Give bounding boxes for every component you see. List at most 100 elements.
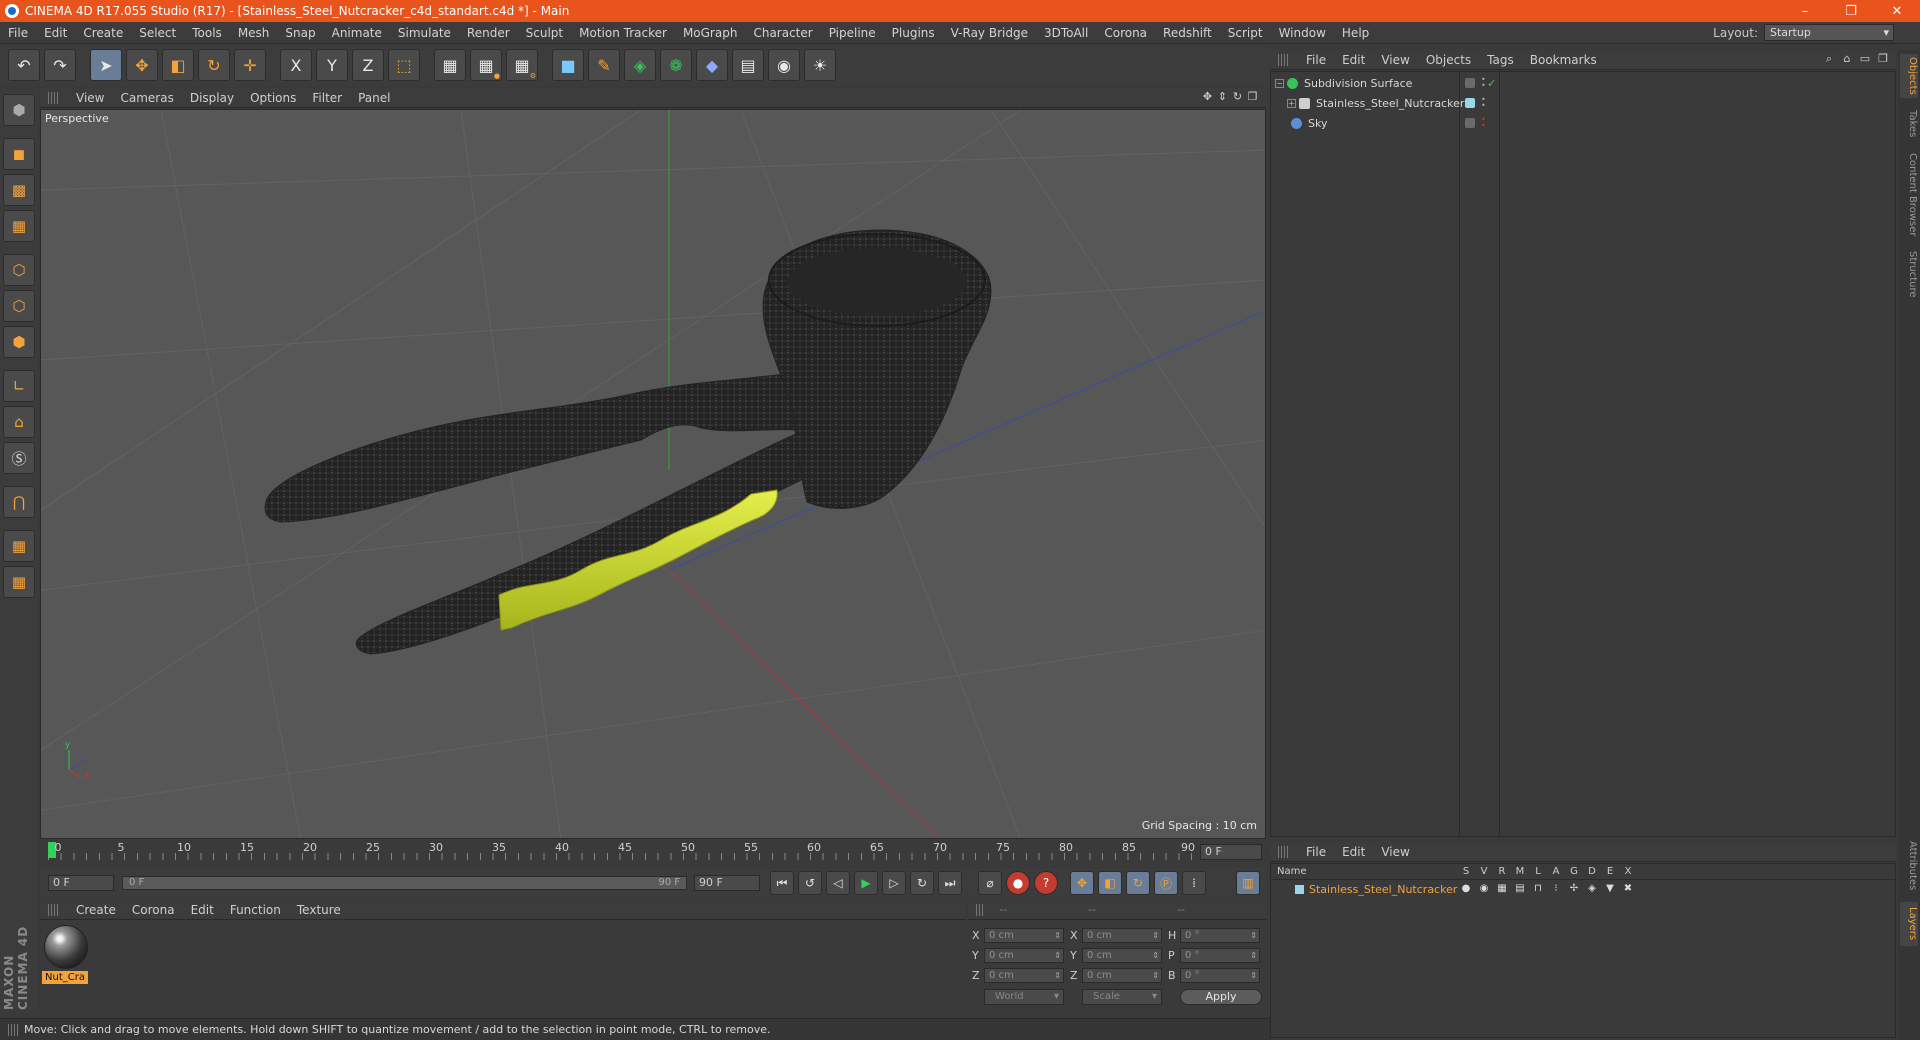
menu-sculpt[interactable]: Sculpt xyxy=(518,26,571,40)
size-y-field[interactable]: 0 cm xyxy=(1082,948,1162,963)
record-pla-button[interactable]: ⁞ xyxy=(1182,871,1206,895)
menu-mesh[interactable]: Mesh xyxy=(230,26,278,40)
planar-workplane-button[interactable]: ▦ xyxy=(3,566,35,598)
current-frame-field[interactable]: 0 F xyxy=(1200,844,1262,860)
material-menu-function[interactable]: Function xyxy=(222,903,289,917)
scale-tool-button[interactable]: ◧ xyxy=(162,49,194,81)
go-to-end-button[interactable]: ⏭ xyxy=(938,871,962,895)
cube-object-button[interactable]: ■ xyxy=(552,49,584,81)
viewport-menu-display[interactable]: Display xyxy=(182,91,242,105)
floor-object-button[interactable]: ▤ xyxy=(732,49,764,81)
edges-mode-button[interactable]: ⬡ xyxy=(3,290,35,322)
spline-pen-button[interactable]: ✎ xyxy=(588,49,620,81)
viewport-menu-options[interactable]: Options xyxy=(242,91,304,105)
light-object-button[interactable]: ☀ xyxy=(804,49,836,81)
lock-workplane-button[interactable]: ▦ xyxy=(3,530,35,562)
live-selection-button[interactable]: ➤ xyxy=(90,49,122,81)
go-to-start-button[interactable]: ⏮ xyxy=(770,871,794,895)
next-key-button[interactable]: ↻ xyxy=(910,871,934,895)
object-row-subdivision-surface[interactable]: − Subdivision Surface • • ✓ xyxy=(1271,74,1895,92)
lock-icon[interactable]: ⊓ xyxy=(1529,883,1547,894)
material-preview-sphere[interactable] xyxy=(44,925,88,969)
position-x-field[interactable]: 0 cm xyxy=(984,928,1064,943)
material-name-label[interactable]: Nut_Cra xyxy=(42,971,88,984)
panel-grip-icon[interactable] xyxy=(1278,53,1288,66)
new-view-icon[interactable]: ▭ xyxy=(1856,52,1874,66)
collapse-toggle[interactable]: − xyxy=(1275,78,1284,88)
editor-visibility-toggle[interactable] xyxy=(1465,78,1475,88)
rotate-tool-button[interactable]: ↻ xyxy=(198,49,230,81)
record-scale-button[interactable]: ◧ xyxy=(1098,871,1122,895)
perspective-viewport[interactable]: y x Perspective Grid Spacing : 10 cm xyxy=(40,109,1266,839)
object-row-nutcracker[interactable]: + Stainless_Steel_Nutcracker • • xyxy=(1271,94,1895,112)
subdivision-surface-button[interactable]: ◈ xyxy=(624,49,656,81)
timeline-ruler[interactable]: 0 5 10 15 20 25 30 35 40 45 50 55 60 65 … xyxy=(40,840,1266,864)
x-axis-lock-button[interactable]: X xyxy=(280,49,312,81)
menu-edit[interactable]: Edit xyxy=(36,26,75,40)
panel-grip-icon[interactable] xyxy=(976,903,986,916)
editor-visibility-toggle[interactable] xyxy=(1465,118,1475,128)
model-mode-button[interactable]: ◼ xyxy=(3,138,35,170)
last-tool-button[interactable]: ✛ xyxy=(234,49,266,81)
points-mode-button[interactable]: ⬡ xyxy=(3,254,35,286)
viewport-menu-filter[interactable]: Filter xyxy=(304,91,350,105)
polygons-mode-button[interactable]: ⬢ xyxy=(3,326,35,358)
solo-toggle-icon[interactable]: ● xyxy=(1457,883,1475,894)
timeline-window-button[interactable]: ▥ xyxy=(1236,871,1260,895)
undo-button[interactable]: ↶ xyxy=(8,49,40,81)
record-position-button[interactable]: ✥ xyxy=(1070,871,1094,895)
object-menu-tags[interactable]: Tags xyxy=(1479,53,1522,67)
object-menu-file[interactable]: File xyxy=(1298,53,1334,67)
menu-mograph[interactable]: MoGraph xyxy=(675,26,746,40)
menu-simulate[interactable]: Simulate xyxy=(390,26,459,40)
menu-render[interactable]: Render xyxy=(459,26,518,40)
menu-file[interactable]: File xyxy=(0,26,36,40)
move-tool-button[interactable]: ✥ xyxy=(126,49,158,81)
minimize-button[interactable]: – xyxy=(1782,0,1828,22)
play-button[interactable]: ▶ xyxy=(854,871,878,895)
snap-toggle-button[interactable]: Ⓢ xyxy=(3,442,35,474)
workplane-mode-button[interactable]: ▦ xyxy=(3,210,35,242)
texture-mode-button[interactable]: ▩ xyxy=(3,174,35,206)
coordinate-mode-dropdown[interactable]: Scale xyxy=(1082,989,1162,1005)
material-menu-edit[interactable]: Edit xyxy=(183,903,222,917)
next-frame-button[interactable]: ▷ xyxy=(882,871,906,895)
render-settings-button[interactable]: ▦ ⚙ xyxy=(506,49,538,81)
preview-range-slider[interactable]: 0 F 90 F xyxy=(122,876,687,890)
expression-icon[interactable]: ▼ xyxy=(1601,883,1619,894)
tab-layers[interactable]: Layers xyxy=(1900,902,1918,946)
size-x-field[interactable]: 0 cm xyxy=(1082,928,1162,943)
rotation-h-field[interactable]: 0 ° xyxy=(1180,928,1260,943)
object-row-sky[interactable]: Sky • • xyxy=(1271,114,1895,132)
search-icon[interactable]: ⌕ xyxy=(1820,52,1838,66)
maximize-view-icon[interactable]: ❐ xyxy=(1245,90,1260,103)
material-menu-corona[interactable]: Corona xyxy=(124,903,183,917)
menu-pipeline[interactable]: Pipeline xyxy=(821,26,884,40)
size-z-field[interactable]: 0 cm xyxy=(1082,968,1162,983)
tab-structure[interactable]: Structure xyxy=(1900,246,1918,302)
enable-axis-button[interactable]: ∟ xyxy=(3,370,35,402)
panel-grip-icon[interactable] xyxy=(48,91,58,104)
y-axis-lock-button[interactable]: Y xyxy=(316,49,348,81)
layer-color-swatch[interactable] xyxy=(1465,98,1475,108)
visibility-dots-icon[interactable]: • • xyxy=(1481,116,1489,130)
tab-objects[interactable]: Objects xyxy=(1900,54,1918,98)
render-view-button[interactable]: ▦ xyxy=(434,49,466,81)
layout-dropdown[interactable]: Startup xyxy=(1764,24,1894,41)
layer-menu-edit[interactable]: Edit xyxy=(1334,845,1373,859)
layer-menu-file[interactable]: File xyxy=(1298,845,1334,859)
maximize-panel-icon[interactable]: ❐ xyxy=(1874,52,1892,66)
viewport-menu-panel[interactable]: Panel xyxy=(350,91,398,105)
menu-character[interactable]: Character xyxy=(745,26,820,40)
panel-grip-icon[interactable] xyxy=(8,1023,18,1036)
apply-button[interactable]: Apply xyxy=(1180,989,1262,1005)
menu-script[interactable]: Script xyxy=(1220,26,1271,40)
tab-attributes[interactable]: Attributes xyxy=(1900,836,1918,896)
material-menu-texture[interactable]: Texture xyxy=(289,903,349,917)
menu-help[interactable]: Help xyxy=(1334,26,1377,40)
object-menu-edit[interactable]: Edit xyxy=(1334,53,1373,67)
enabled-check-icon[interactable]: ✓ xyxy=(1487,77,1496,90)
previous-key-button[interactable]: ↺ xyxy=(798,871,822,895)
object-menu-view[interactable]: View xyxy=(1373,53,1417,67)
previous-frame-button[interactable]: ◁ xyxy=(826,871,850,895)
